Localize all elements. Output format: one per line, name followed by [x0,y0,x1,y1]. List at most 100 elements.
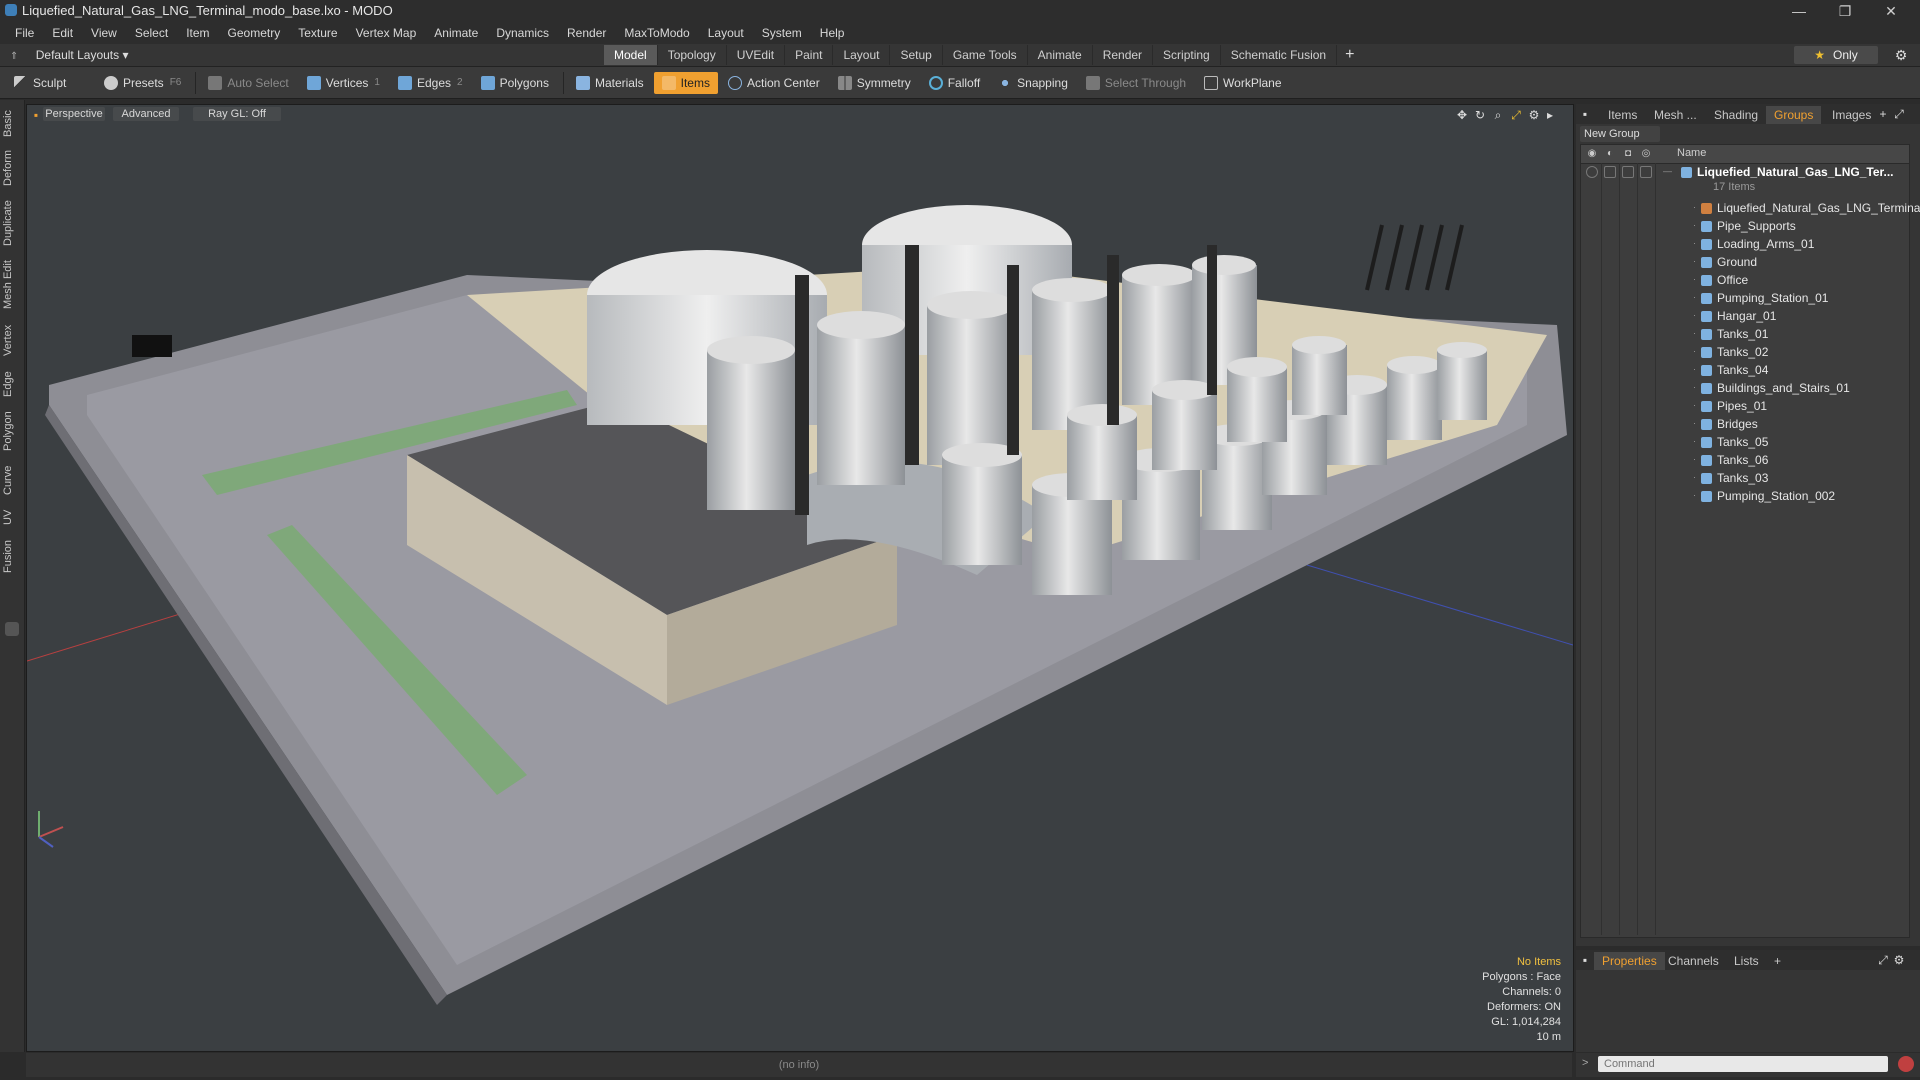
tree-item[interactable]: · Tanks_04 [1581,361,1909,379]
menu-view[interactable]: View [82,22,126,44]
select-through-button[interactable]: Select Through [1078,72,1194,94]
add-properties-tab-button[interactable]: + [1766,952,1789,970]
falloff-button[interactable]: Falloff [921,72,988,94]
auto-select-button[interactable]: Auto Select [200,72,296,94]
left-tab-curve[interactable]: Curve [2,460,22,500]
tab-layout[interactable]: Layout [833,45,891,65]
shading-selector[interactable]: Advanced [113,107,179,121]
tree-item[interactable]: · Bridges [1581,415,1909,433]
tab-schematic-fusion[interactable]: Schematic Fusion [1221,45,1338,65]
select-column-icon[interactable]: ◎ [1639,147,1653,161]
tab-scripting[interactable]: Scripting [1153,45,1221,65]
left-tab-fusion[interactable]: Fusion [2,534,22,578]
tree-item[interactable]: · Tanks_06 [1581,451,1909,469]
items-button[interactable]: Items [653,71,718,94]
menu-file[interactable]: File [6,22,43,44]
root-render-toggle[interactable] [1604,166,1616,178]
tree-item[interactable]: · Tanks_03 [1581,469,1909,487]
menu-animate[interactable]: Animate [425,22,487,44]
symmetry-button[interactable]: Symmetry [830,72,919,94]
maximize-button[interactable]: ❐ [1822,0,1868,22]
tab-channels[interactable]: Channels [1660,952,1727,970]
root-lock-toggle[interactable] [1622,166,1634,178]
sculpt-button[interactable]: Sculpt [6,72,94,94]
gear-icon[interactable]: ⚙ [1892,46,1910,64]
properties-gear-icon[interactable]: ⚙ [1892,953,1906,967]
layout-selector[interactable]: ⇑ Default Layouts ▾ [10,44,128,68]
tree-item[interactable]: · Buildings_and_Stairs_01 [1581,379,1909,397]
menu-edit[interactable]: Edit [43,22,82,44]
tab-properties[interactable]: Properties [1594,952,1665,970]
edges-button[interactable]: Edges 2 [390,72,471,94]
visibility-column-icon[interactable]: ◉ [1585,147,1599,161]
presets-button[interactable]: Presets F6 [96,72,189,94]
menu-layout[interactable]: Layout [699,22,753,44]
view-mode-selector[interactable]: Perspective [43,107,105,121]
menu-maxtomodo[interactable]: MaxToModo [615,22,698,44]
zoom-icon[interactable]: ⌕ [1491,108,1505,122]
menu-texture[interactable]: Texture [289,22,346,44]
snapping-button[interactable]: Snapping [990,72,1076,94]
tab-lists[interactable]: Lists [1726,952,1767,970]
tree-root-row[interactable]: — Liquefied_Natural_Gas_LNG_Ter... [1581,163,1909,181]
vertices-button[interactable]: Vertices 1 [299,72,388,94]
tree-item[interactable]: · Tanks_01 [1581,325,1909,343]
tab-setup[interactable]: Setup [890,45,943,65]
left-tab-polygon[interactable]: Polygon [2,406,22,456]
new-group-button[interactable]: New Group [1580,126,1660,142]
fit-view-icon[interactable]: ⤢ [1509,108,1523,122]
materials-button[interactable]: Materials [568,72,652,94]
tab-mesh[interactable]: Mesh ... [1646,106,1705,124]
add-tab-button[interactable]: + [1337,45,1362,65]
command-stop-icon[interactable] [1898,1056,1914,1072]
root-select-toggle[interactable] [1640,166,1652,178]
tab-animate[interactable]: Animate [1028,45,1093,65]
pan-icon[interactable]: ✥ [1455,108,1469,122]
tab-topology[interactable]: Topology [658,45,727,65]
menu-select[interactable]: Select [126,22,177,44]
left-tab-uv[interactable]: UV [2,504,22,530]
3d-viewport[interactable]: ▪ Perspective Advanced Ray GL: Off ✥ ↻ ⌕… [26,104,1574,1052]
minimize-button[interactable]: — [1776,0,1822,22]
expand-triangle-icon[interactable]: — [1663,166,1672,176]
tree-item[interactable]: · Pumping_Station_01 [1581,289,1909,307]
left-tab-vertex[interactable]: Vertex [2,318,22,362]
close-button[interactable]: ✕ [1868,0,1914,22]
left-tab-mesh-edit[interactable]: Mesh Edit [2,256,22,314]
tree-item[interactable]: · Office [1581,271,1909,289]
tree-item[interactable]: · Pumping_Station_002 [1581,487,1909,505]
render-column-icon[interactable]: ◐ [1603,147,1617,161]
left-tab-duplicate[interactable]: Duplicate [2,194,22,252]
tab-items[interactable]: Items [1600,106,1645,124]
menu-dynamics[interactable]: Dynamics [487,22,558,44]
menu-system[interactable]: System [753,22,811,44]
tab-render[interactable]: Render [1093,45,1154,65]
command-input[interactable] [1598,1056,1888,1072]
tab-shading[interactable]: Shading [1706,106,1766,124]
tab-game-tools[interactable]: Game Tools [943,45,1028,65]
workplane-button[interactable]: WorkPlane [1196,72,1289,94]
menu-help[interactable]: Help [811,22,854,44]
panel-expand-icon[interactable]: ⤢ [1892,107,1906,121]
left-strip-toggle[interactable] [5,622,19,636]
tree-item[interactable]: · Pipe_Supports [1581,217,1909,235]
viewport-gear-icon[interactable]: ⚙ [1527,108,1541,122]
menu-vertex-map[interactable]: Vertex Map [347,22,426,44]
viewport-expand-icon[interactable]: ▸ [1543,108,1557,122]
left-tab-basic[interactable]: Basic [2,106,22,142]
tree-item[interactable]: · Pipes_01 [1581,397,1909,415]
panel-options-icon[interactable]: ▪ [1578,107,1592,121]
tree-item[interactable]: · Loading_Arms_01 [1581,235,1909,253]
action-center-button[interactable]: Action Center [720,72,828,94]
add-panel-tab-icon[interactable]: + [1876,107,1890,121]
menu-render[interactable]: Render [558,22,615,44]
only-button[interactable]: ★ Only [1794,46,1878,64]
left-tab-edge[interactable]: Edge [2,366,22,402]
properties-expand-icon[interactable]: ⤢ [1876,953,1890,967]
tab-paint[interactable]: Paint [785,45,834,65]
properties-options-icon[interactable]: ▪ [1578,953,1592,967]
menu-geometry[interactable]: Geometry [219,22,290,44]
tab-model[interactable]: Model [604,45,658,65]
tree-item[interactable]: · Hangar_01 [1581,307,1909,325]
tree-item[interactable]: · Ground [1581,253,1909,271]
